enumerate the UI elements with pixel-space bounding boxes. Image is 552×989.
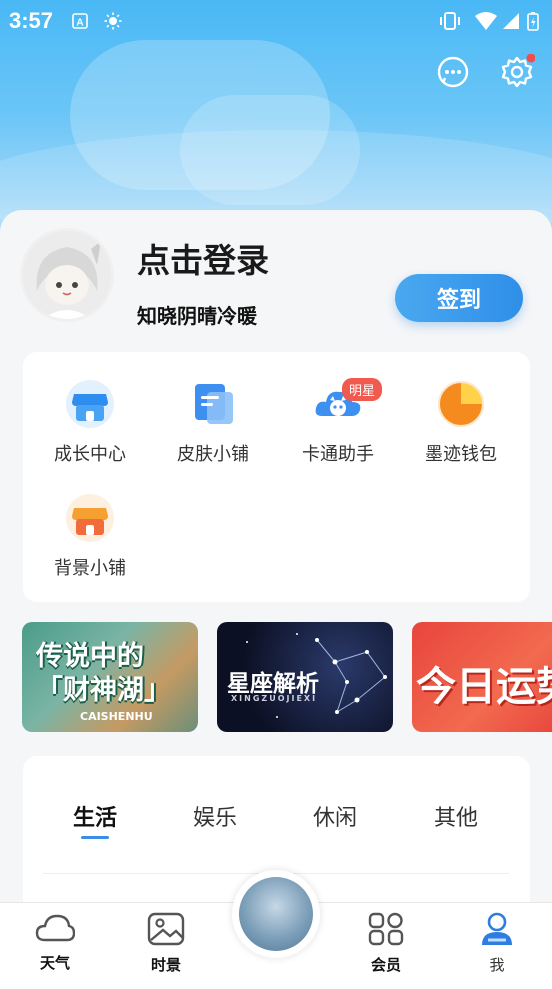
tab-leisure[interactable]: 休闲	[313, 800, 357, 832]
wifi-icon	[474, 10, 498, 32]
grid-item-skin-shop[interactable]: 皮肤小铺	[158, 378, 268, 466]
nav-label: 时景	[150, 956, 181, 974]
nav-label: 会员	[370, 956, 401, 974]
status-bar: 3:57 A	[0, 0, 552, 42]
banner-carousel: 传说中的「财神湖」 CAISHENHU 星座解析 XINGZUOJIEXI 今日…	[0, 622, 552, 732]
nav-scenery[interactable]: 时景	[126, 912, 206, 975]
cloud-icon	[35, 914, 76, 942]
store-icon	[64, 378, 116, 430]
tab-life[interactable]: 生活	[73, 800, 117, 832]
login-title[interactable]: 点击登录	[137, 234, 269, 282]
nav-weather[interactable]: 天气	[15, 912, 95, 973]
message-button[interactable]	[435, 54, 471, 90]
grid-item-label: 卡通助手	[302, 444, 374, 465]
vibrate-icon	[438, 10, 462, 32]
grid-apps-icon	[368, 912, 404, 946]
star-badge: 明星	[342, 378, 383, 401]
image-icon	[147, 912, 185, 946]
cell-signal-icon	[502, 10, 520, 32]
tab-entertainment[interactable]: 娱乐	[193, 800, 237, 832]
app-notification-icon: A	[72, 10, 88, 32]
avatar[interactable]	[20, 228, 114, 322]
tab-active-indicator	[81, 836, 109, 839]
gear-icon	[501, 53, 536, 88]
chat-bubble-icon	[437, 56, 469, 88]
grid-item-label: 背景小铺	[54, 558, 126, 579]
svg-text:A: A	[76, 18, 83, 29]
profile-subtitle: 知晓阴晴冷暖	[137, 304, 257, 328]
banner-subtitle: CAISHENHU	[80, 710, 153, 723]
signin-button[interactable]: 签到	[395, 274, 523, 322]
grid-item-wallet[interactable]: 墨迹钱包	[406, 378, 516, 466]
document-icon	[187, 378, 239, 430]
grid-item-label: 皮肤小铺	[177, 444, 249, 465]
nav-label: 天气	[39, 954, 70, 972]
cartoon-avatar-icon	[23, 231, 111, 319]
grid-item-background-shop[interactable]: 背景小铺	[35, 492, 145, 580]
battery-charging-icon	[527, 10, 539, 32]
banner-title: 星座解析	[227, 671, 319, 697]
banner-title: 传说中的「财神湖」	[36, 641, 171, 706]
grid-item-label: 墨迹钱包	[425, 444, 497, 465]
nav-member[interactable]: 会员	[346, 912, 426, 975]
banner-subtitle: XINGZUOJIEXI	[231, 694, 318, 703]
nav-label: 我	[489, 956, 505, 974]
grid-item-label: 成长中心	[54, 444, 126, 465]
wallet-pie-icon	[435, 378, 487, 430]
shop-icon	[64, 492, 116, 544]
banner-daily-fortune[interactable]: 今日运势	[412, 622, 552, 732]
banner-caishenhu[interactable]: 传说中的「财神湖」 CAISHENHU	[22, 622, 198, 732]
banner-constellation[interactable]: 星座解析 XINGZUOJIEXI	[217, 622, 393, 732]
banner-title: 今日运势	[416, 664, 552, 710]
nav-me[interactable]: 我	[457, 912, 537, 975]
center-sky-button[interactable]	[232, 870, 320, 958]
tab-other[interactable]: 其他	[434, 800, 478, 832]
sky-image	[239, 877, 313, 951]
user-icon	[482, 912, 512, 945]
brightness-icon	[104, 10, 122, 32]
status-time: 3:57	[9, 8, 54, 33]
grid-item-growth-center[interactable]: 成长中心	[35, 378, 145, 466]
settings-button[interactable]	[499, 53, 536, 90]
